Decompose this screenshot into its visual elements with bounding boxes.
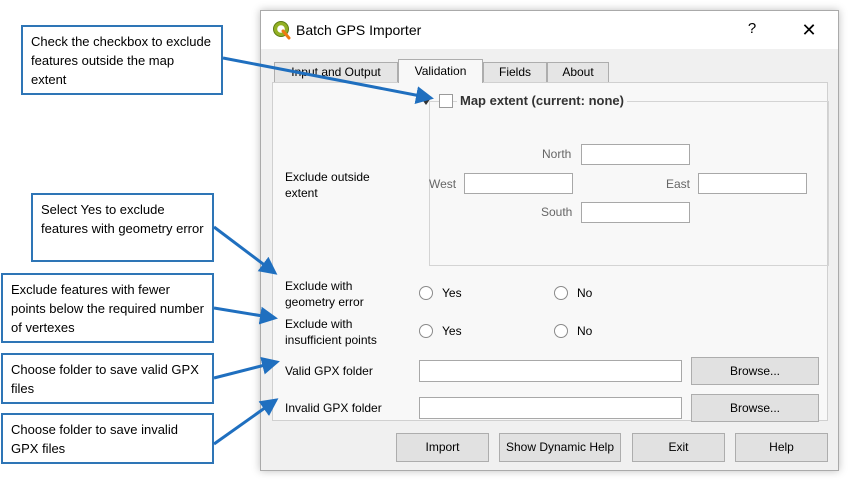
geometry-error-yes-radio[interactable] xyxy=(419,286,433,300)
geometry-error-no-label: No xyxy=(577,286,593,300)
west-input[interactable] xyxy=(464,173,573,194)
map-extent-label: Map extent (current: none) xyxy=(457,93,627,108)
callout-geometry-error: Select Yes to exclude features with geom… xyxy=(31,193,214,262)
east-input[interactable] xyxy=(698,173,807,194)
valid-gpx-folder-input[interactable] xyxy=(419,360,682,382)
window-help-button[interactable]: ? xyxy=(744,20,760,40)
validation-panel: Exclude outside extent Map extent (curre… xyxy=(272,82,829,422)
exclude-insufficient-points-label: Exclude with insufficient points xyxy=(285,317,377,347)
insufficient-points-no-label: No xyxy=(577,324,593,338)
south-input[interactable] xyxy=(581,202,690,223)
map-extent-checkbox[interactable] xyxy=(439,94,453,108)
insufficient-points-no-radio[interactable] xyxy=(554,324,568,338)
valid-folder-browse-button[interactable]: Browse... xyxy=(691,357,819,385)
geometry-error-no-radio[interactable] xyxy=(554,286,568,300)
window-close-button[interactable]: ✕ xyxy=(797,18,821,42)
insufficient-points-yes-label: Yes xyxy=(442,324,462,338)
window-title: Batch GPS Importer xyxy=(296,22,422,38)
east-label: East xyxy=(666,177,691,191)
tab-input-and-output[interactable]: Input and Output xyxy=(274,62,398,82)
import-button[interactable]: Import xyxy=(396,433,489,462)
callout-valid-folder: Choose folder to save valid GPX files xyxy=(1,353,214,404)
invalid-folder-browse-button[interactable]: Browse... xyxy=(691,394,819,422)
south-label: South xyxy=(541,205,573,219)
help-button[interactable]: Help xyxy=(735,433,828,462)
invalid-gpx-folder-input[interactable] xyxy=(419,397,682,419)
exit-button[interactable]: Exit xyxy=(632,433,725,462)
tab-fields[interactable]: Fields xyxy=(483,62,547,82)
exclude-outside-extent-label: Exclude outside extent xyxy=(285,170,370,200)
insufficient-points-yes-radio[interactable] xyxy=(419,324,433,338)
tab-validation[interactable]: Validation xyxy=(398,59,483,83)
callout-map-extent: Check the checkbox to exclude features o… xyxy=(21,25,223,95)
callout-invalid-folder: Choose folder to save invalid GPX files xyxy=(1,413,214,464)
collapse-triangle-icon[interactable] xyxy=(420,97,432,106)
batch-gps-importer-dialog: Batch GPS Importer ? ✕ Input and Output … xyxy=(260,10,839,471)
qgis-logo-icon xyxy=(273,21,291,40)
north-input[interactable] xyxy=(581,144,690,165)
geometry-error-yes-label: Yes xyxy=(442,286,462,300)
west-label: West xyxy=(429,177,457,191)
north-label: North xyxy=(542,147,572,161)
invalid-gpx-folder-label: Invalid GPX folder xyxy=(285,401,382,415)
show-dynamic-help-button[interactable]: Show Dynamic Help xyxy=(499,433,621,462)
valid-gpx-folder-label: Valid GPX folder xyxy=(285,364,373,378)
exclude-geometry-error-label: Exclude with geometry error xyxy=(285,279,364,309)
callout-insufficient-points: Exclude features with fewer points below… xyxy=(1,273,214,343)
tab-about[interactable]: About xyxy=(547,62,609,82)
title-bar: Batch GPS Importer ? ✕ xyxy=(261,11,838,49)
